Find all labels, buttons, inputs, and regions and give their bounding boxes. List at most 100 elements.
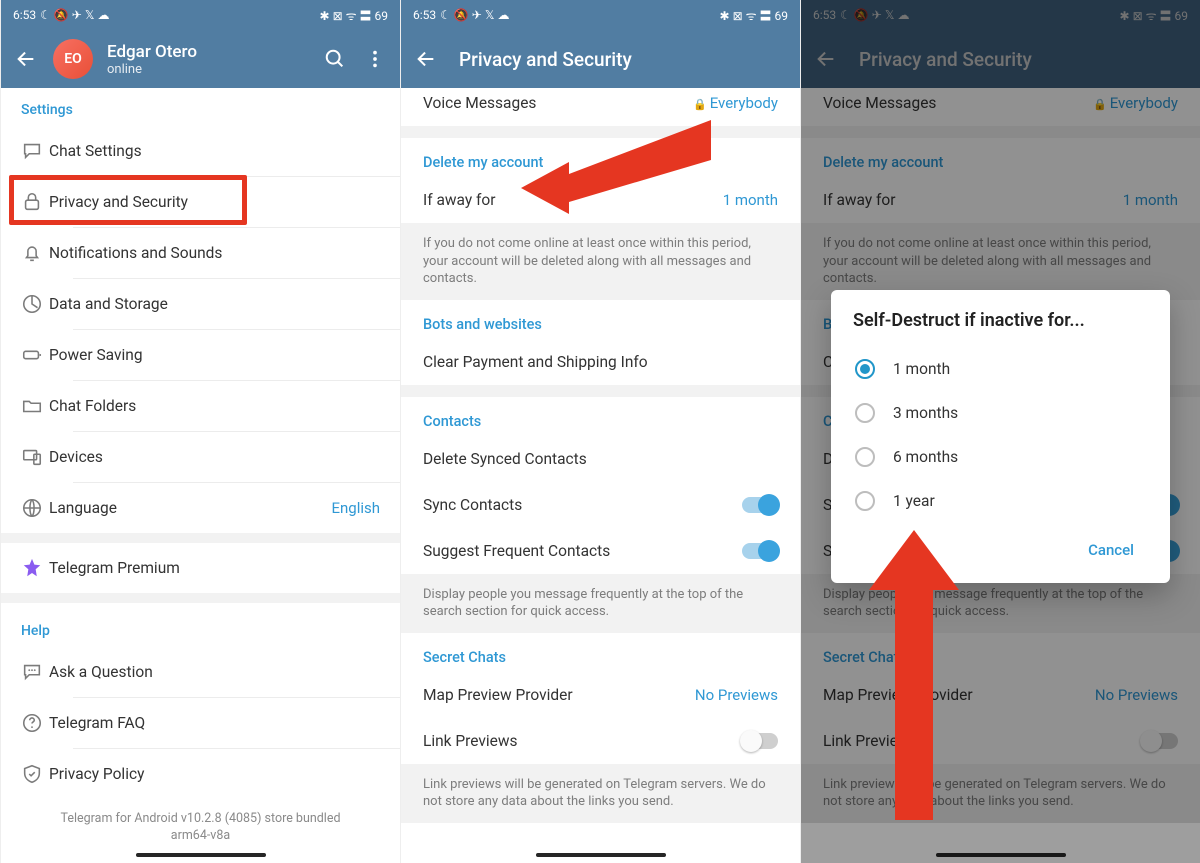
toggle-sync-contacts[interactable]	[742, 497, 778, 513]
battery-icon	[21, 344, 49, 366]
dialog-title: Self-Destruct if inactive for...	[853, 310, 1148, 331]
label-language: Language	[49, 499, 331, 517]
label-voice: Voice Messages	[423, 94, 693, 112]
label-privacy: Privacy and Security	[49, 193, 380, 211]
app-bar: Privacy and Security	[401, 30, 800, 88]
row-map-preview[interactable]: Map Preview Provider No Previews	[401, 672, 800, 718]
radio-6-months[interactable]: 6 months	[853, 435, 1148, 479]
value-language: English	[331, 499, 380, 517]
toggle-link-previews[interactable]	[742, 733, 778, 749]
label-notifications: Notifications and Sounds	[49, 244, 380, 262]
star-icon	[21, 557, 49, 579]
row-suggest-freq[interactable]: Suggest Frequent Contacts	[401, 528, 800, 574]
avatar-initials: EO	[64, 51, 82, 67]
row-ask-question[interactable]: Ask a Question	[1, 647, 400, 697]
note-freq: Display people you message frequently at…	[401, 574, 800, 633]
label-privacy-policy: Privacy Policy	[49, 765, 380, 783]
note-delete: If you do not come online at least once …	[401, 223, 800, 300]
label-chat-settings: Chat Settings	[49, 142, 380, 160]
section-delete-account: Delete my account	[401, 138, 800, 177]
label-power: Power Saving	[49, 346, 380, 364]
status-right-icons: ✱ ⊠ ᯤ 〓 69	[720, 7, 788, 24]
avatar[interactable]: EO	[53, 39, 93, 79]
device-1-settings: 6:53☾ 🔕 ✈ 𝕏 ☁ ✱ ⊠ ᯤ 〓 69 EO Edgar Otero …	[0, 0, 400, 863]
label-if-away: If away for	[423, 191, 723, 209]
value-map-preview: No Previews	[695, 686, 778, 704]
radio-1-month[interactable]: 1 month	[853, 347, 1148, 391]
radio-icon	[855, 447, 875, 467]
label-suggest-freq: Suggest Frequent Contacts	[423, 542, 742, 560]
lock-icon	[21, 191, 49, 213]
shield-icon	[21, 763, 49, 785]
row-chat-settings[interactable]: Chat Settings	[1, 126, 400, 176]
row-faq[interactable]: Telegram FAQ	[1, 698, 400, 748]
value-if-away: 1 month	[723, 191, 778, 209]
back-icon[interactable]	[415, 48, 437, 70]
row-notifications[interactable]: Notifications and Sounds	[1, 228, 400, 278]
row-privacy-security[interactable]: Privacy and Security	[1, 177, 400, 227]
cancel-button[interactable]: Cancel	[1078, 533, 1144, 567]
row-language[interactable]: Language English	[1, 483, 400, 533]
radio-label: 3 months	[893, 404, 958, 422]
row-premium[interactable]: Telegram Premium	[1, 543, 400, 593]
status-right-icons: ✱ ⊠ ᯤ 〓 69	[320, 7, 388, 24]
toggle-suggest-freq[interactable]	[742, 543, 778, 559]
search-icon[interactable]	[324, 48, 346, 70]
privacy-list: Voice Messages Everybody Delete my accou…	[401, 88, 800, 863]
status-time: 6:53	[13, 8, 36, 22]
chat-icon	[21, 140, 49, 162]
label-folders: Chat Folders	[49, 397, 380, 415]
data-icon	[21, 293, 49, 315]
row-data-storage[interactable]: Data and Storage	[1, 279, 400, 329]
profile-name: Edgar Otero	[107, 42, 324, 62]
label-devices: Devices	[49, 448, 380, 466]
label-sync-contacts: Sync Contacts	[423, 496, 742, 514]
row-link-previews[interactable]: Link Previews	[401, 718, 800, 764]
row-devices[interactable]: Devices	[1, 432, 400, 482]
globe-icon	[21, 497, 49, 519]
row-sync-contacts[interactable]: Sync Contacts	[401, 482, 800, 528]
app-bar-profile: EO Edgar Otero online	[1, 30, 400, 88]
status-bar: 6:53 ☾ 🔕 ✈ 𝕏 ☁ ✱ ⊠ ᯤ 〓 69	[401, 0, 800, 30]
section-contacts: Contacts	[401, 397, 800, 436]
row-if-away[interactable]: If away for 1 month	[401, 177, 800, 223]
section-bots: Bots and websites	[401, 300, 800, 339]
device-2-privacy: 6:53 ☾ 🔕 ✈ 𝕏 ☁ ✱ ⊠ ᯤ 〓 69 Privacy and Sec…	[400, 0, 800, 863]
row-clear-payment[interactable]: Clear Payment and Shipping Info	[401, 339, 800, 385]
radio-label: 1 month	[893, 360, 950, 378]
section-settings: Settings	[1, 88, 400, 126]
question-chat-icon	[21, 661, 49, 683]
row-voice-messages[interactable]: Voice Messages Everybody	[401, 88, 800, 126]
radio-icon	[855, 491, 875, 511]
label-faq: Telegram FAQ	[49, 714, 380, 732]
radio-1-year[interactable]: 1 year	[853, 479, 1148, 523]
self-destruct-dialog: Self-Destruct if inactive for... 1 month…	[831, 290, 1170, 583]
row-privacy-policy[interactable]: Privacy Policy	[1, 749, 400, 799]
label-data: Data and Storage	[49, 295, 380, 313]
radio-label: 6 months	[893, 448, 958, 466]
label-ask: Ask a Question	[49, 663, 380, 681]
home-indicator[interactable]	[136, 853, 266, 857]
label-link-previews: Link Previews	[423, 732, 742, 750]
status-left-icons: ☾ 🔕 ✈ 𝕏 ☁	[440, 8, 509, 22]
status-time: 6:53	[413, 8, 436, 22]
profile-block[interactable]: Edgar Otero online	[107, 42, 324, 77]
bell-icon	[21, 242, 49, 264]
row-power-saving[interactable]: Power Saving	[1, 330, 400, 380]
status-bar: 6:53☾ 🔕 ✈ 𝕏 ☁ ✱ ⊠ ᯤ 〓 69	[1, 0, 400, 30]
label-delete-synced: Delete Synced Contacts	[423, 450, 778, 468]
more-icon[interactable]	[364, 48, 386, 70]
home-indicator[interactable]	[936, 853, 1066, 857]
note-link: Link previews will be generated on Teleg…	[401, 764, 800, 823]
label-clear-payment: Clear Payment and Shipping Info	[423, 353, 778, 371]
help-icon	[21, 712, 49, 734]
label-premium: Telegram Premium	[49, 559, 380, 577]
profile-status: online	[107, 62, 324, 77]
radio-icon	[855, 403, 875, 423]
home-indicator[interactable]	[536, 853, 666, 857]
devices-icon	[21, 446, 49, 468]
row-chat-folders[interactable]: Chat Folders	[1, 381, 400, 431]
row-delete-synced[interactable]: Delete Synced Contacts	[401, 436, 800, 482]
radio-3-months[interactable]: 3 months	[853, 391, 1148, 435]
back-icon[interactable]	[15, 48, 37, 70]
